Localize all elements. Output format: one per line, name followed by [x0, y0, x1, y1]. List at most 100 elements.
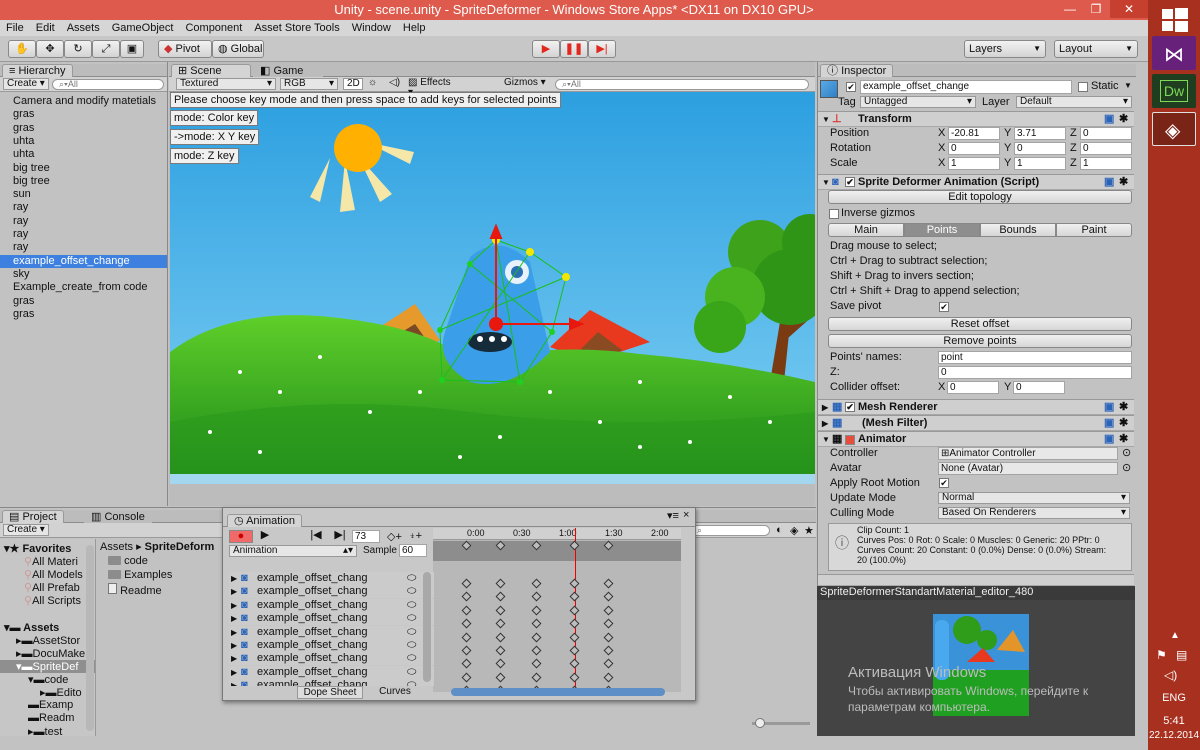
help-icon[interactable]: ▣ [1104, 175, 1114, 190]
tab-project[interactable]: ▤ Project [2, 510, 64, 523]
fold-arrow-icon[interactable]: ▶ [231, 679, 237, 686]
clock-time[interactable]: 5:41 [1148, 715, 1200, 727]
position-x-field[interactable]: -20.81 [948, 127, 1000, 140]
render-mode-dropdown[interactable]: Textured ▾ [176, 78, 276, 90]
dope-sheet[interactable]: 0:00 0:30 1:00 1:30 2:00 [433, 528, 681, 692]
filter-type-icon[interactable]: ◐ [776, 524, 783, 536]
hierarchy-item[interactable]: gras [0, 308, 167, 321]
close-icon[interactable]: × [683, 509, 689, 521]
hierarchy-item[interactable]: sky [0, 268, 167, 281]
pivot-toggle[interactable]: ◆ Pivot [158, 40, 212, 58]
keyframe-diamond[interactable] [495, 591, 506, 602]
hand-tool-button[interactable]: ✋ [8, 40, 36, 58]
windows-start-button[interactable] [1158, 6, 1190, 34]
hierarchy-item[interactable]: gras [0, 295, 167, 308]
network-icon[interactable]: ▤ [1176, 648, 1187, 662]
tree-item[interactable]: ▬Examp [28, 699, 73, 711]
favorites-node[interactable]: ▾★ Favorites [4, 542, 71, 555]
position-y-field[interactable]: 3.71 [1014, 127, 1066, 140]
keyframe-diamond[interactable] [569, 658, 580, 669]
audio-toggle[interactable]: ◁) [386, 78, 404, 90]
animation-curve-row[interactable]: ▶ ◙ example_offset_chang ⬭ [229, 612, 434, 626]
keyframe-diamond[interactable] [603, 672, 614, 683]
keyframe-diamond[interactable] [461, 632, 472, 643]
fold-arrow-icon[interactable]: ▶ [231, 572, 237, 585]
volume-icon[interactable]: ◁) [1164, 668, 1177, 682]
language-indicator[interactable]: ENG [1148, 692, 1200, 704]
pause-button[interactable]: ❚❚ [560, 40, 588, 58]
object-picker-icon[interactable]: ⊙ [1122, 461, 1131, 476]
keyframe-diamond[interactable] [569, 605, 580, 616]
tray-arrow-icon[interactable]: ▲ [1170, 630, 1180, 641]
keyframe-diamond[interactable] [531, 658, 542, 669]
breadcrumb-root[interactable]: Assets [100, 541, 133, 553]
file-item[interactable]: Examples [108, 569, 172, 581]
keyframe-diamond[interactable] [569, 632, 580, 643]
scale-tool-button[interactable]: ⤢ [92, 40, 120, 58]
fold-arrow-icon[interactable]: ▶ [231, 599, 237, 612]
gear-icon[interactable]: ✱ [1119, 175, 1128, 190]
keyframe-diamond[interactable] [495, 540, 506, 551]
keyframe-diamond[interactable] [495, 632, 506, 643]
sprite-deformer-header[interactable]: ▼ ◙ ✔ Sprite Deformer Animation (Script)… [818, 174, 1134, 190]
points-names-field[interactable]: point [938, 351, 1132, 364]
step-button[interactable]: ▶| [588, 40, 616, 58]
keyframe-diamond[interactable] [603, 618, 614, 629]
curve-list-scrollbar[interactable] [423, 572, 431, 682]
gear-icon[interactable]: ✱ [1119, 112, 1128, 127]
keyframe-diamond[interactable] [461, 578, 472, 589]
project-search-input[interactable]: ⌕ [690, 525, 770, 536]
keyframe-diamond[interactable] [461, 618, 472, 629]
hierarchy-search-input[interactable]: ⌕▾All [52, 79, 164, 90]
favorite-item[interactable]: ⚲All Scripts [24, 594, 81, 607]
keyframe-diamond[interactable] [495, 658, 506, 669]
transform-header[interactable]: ▼ ⊥ Transform ▣ ✱ [818, 111, 1134, 127]
static-checkbox[interactable] [1078, 82, 1088, 92]
position-z-field[interactable]: 0 [1080, 127, 1132, 140]
keyframe-diamond[interactable] [531, 605, 542, 616]
hierarchy-item[interactable]: ray [0, 201, 167, 214]
hierarchy-item[interactable]: Example_create_from code [0, 281, 167, 294]
keyframe-diamond[interactable] [531, 578, 542, 589]
filter-label-icon[interactable]: ◈ [790, 524, 798, 537]
rect-tool-button[interactable]: ▣ [120, 40, 144, 58]
inverse-gizmos-checkbox[interactable] [829, 209, 839, 219]
help-icon[interactable]: ▣ [1104, 432, 1114, 447]
visibility-icon[interactable]: ⬭ [407, 585, 416, 598]
tree-item[interactable]: ▸▬Edito [40, 686, 82, 699]
keyframe-diamond[interactable] [461, 605, 472, 616]
menu-asset-store-tools[interactable]: Asset Store Tools [248, 20, 345, 34]
keyframe-diamond[interactable] [495, 605, 506, 616]
keyframe-diamond[interactable] [603, 591, 614, 602]
menu-gameobject[interactable]: GameObject [106, 20, 180, 34]
hierarchy-item[interactable]: gras [0, 108, 167, 121]
z-value-field[interactable]: 0 [938, 366, 1132, 379]
color-mode-dropdown[interactable]: RGB ▾ [280, 78, 338, 90]
scale-x-field[interactable]: 1 [948, 157, 1000, 170]
keyframe-diamond[interactable] [603, 578, 614, 589]
scale-z-field[interactable]: 1 [1080, 157, 1132, 170]
zoom-slider-handle[interactable] [755, 718, 765, 728]
keyframe-diamond[interactable] [461, 645, 472, 656]
keyframe-diamond[interactable] [461, 591, 472, 602]
scene-search-input[interactable]: ⌕▾All [555, 79, 809, 90]
keyframe-diamond[interactable] [603, 658, 614, 669]
save-pivot-checkbox[interactable]: ✔ [939, 302, 949, 312]
animator-header[interactable]: ▼ ▦ Animator ▣ ✱ [818, 431, 1134, 447]
keyframe-diamond[interactable] [495, 578, 506, 589]
help-icon[interactable]: ▣ [1104, 400, 1114, 415]
hierarchy-item[interactable]: Camera and modify matetials [0, 95, 167, 108]
move-tool-button[interactable]: ✥ [36, 40, 64, 58]
mode-z-key-button[interactable]: mode: Z key [170, 148, 239, 164]
visibility-icon[interactable]: ⬭ [407, 626, 416, 639]
visibility-icon[interactable]: ⬭ [407, 652, 416, 665]
sprite-deformer-enabled-checkbox[interactable]: ✔ [845, 177, 855, 187]
keyframe-diamond[interactable] [531, 645, 542, 656]
active-checkbox[interactable]: ✔ [846, 82, 856, 92]
animation-curve-row[interactable]: ▶ ◙ example_offset_chang ⬭ [229, 585, 434, 599]
keyframe-diamond[interactable] [569, 672, 580, 683]
fold-arrow-icon[interactable]: ▶ [231, 626, 237, 639]
menu-icon[interactable]: ▾≡ [667, 509, 679, 522]
clip-dropdown[interactable]: Animation ▴▾ [229, 545, 357, 557]
help-icon[interactable]: ▣ [1104, 112, 1114, 127]
